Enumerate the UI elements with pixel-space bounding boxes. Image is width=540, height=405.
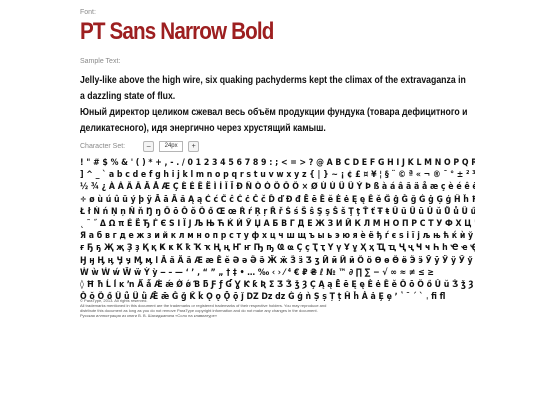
charset-row: ˛ ˜ ˝ Δ Ω π Ѐ Ё Ђ Ѓ Є Ѕ І Ї Ј Љ Њ Ћ Ќ Ѝ … bbox=[80, 219, 475, 230]
character-set-label: Character Set: bbox=[80, 142, 126, 150]
illustration-credit-line: Русская иллюстрация из книги В. В. Шахид… bbox=[80, 313, 218, 319]
font-name-title: PT Sans Narrow Bold bbox=[80, 18, 274, 45]
charset-row: Я а б в г д е ж з и й к л м н о п р с т … bbox=[80, 231, 475, 242]
font-preview-page: Font: PT Sans Narrow Bold Sample Text: J… bbox=[80, 8, 475, 318]
character-set-toolbar: Character Set: – 24px + bbox=[80, 140, 475, 152]
character-set-grid: ! " # $ % & ' ( ) * + , - . / 0 1 2 3 4 … bbox=[80, 157, 475, 303]
charset-row: ◊ Ħ ħ Ĺ ĺ ĸ ŉ Ǻ ǻ Ǽ ǽ Ǿ ǿ Ɓ ƃ Ƒ ƒ Ɠ Ɣ Ƙ … bbox=[80, 280, 475, 291]
charset-row: ] ^ _ ` a b c d e f g h i j k l m n o p … bbox=[80, 170, 475, 181]
sample-text-cyrillic: Юный директор целиком сжевал весь объём … bbox=[80, 107, 468, 134]
sample-text-label: Sample Text: bbox=[80, 58, 121, 65]
charset-row: ÷ ø ù ú û ü ý þ ÿ Ā ā Ă ă Ą ą Ć ć Ĉ ĉ Ċ … bbox=[80, 194, 475, 205]
charset-row: ! " # $ % & ' ( ) * + , - . / 0 1 2 3 4 … bbox=[80, 158, 475, 168]
charset-row: Ł ł Ń ń Ņ ņ Ň ň Ŋ ŋ Ō ō Ŏ ŏ Ő ő Œ œ Ŕ ŕ … bbox=[80, 206, 475, 217]
charset-row: Ŏ ŏ Ő ő Ǚ ǚ Ǜ ǜ Ǣ ǣ Ǧ ǧ Ǩ ǩ Ǫ ǫ Ǭ ǭ ǰ Ǳ … bbox=[80, 292, 446, 303]
charset-row: ғ Ҕ ҕ Җ җ Ҙ ҙ Қ қ Ҝ ҝ Ҟ ҟ Ҡ ҡ Ң ң Ҥ ҥ Ҧ … bbox=[80, 243, 475, 254]
charset-row: Ẁ ẁ Ẃ ẃ Ẅ ẅ Ỳ ỳ ‒ – — ‘ ’ ‚ “ ” „ † ‡ • … bbox=[80, 267, 434, 278]
decrease-size-button[interactable]: – bbox=[143, 140, 155, 152]
increase-size-button[interactable]: + bbox=[188, 140, 200, 152]
sample-text-block: Jelly-like above the high wire, six quak… bbox=[80, 73, 472, 137]
sample-text-latin: Jelly-like above the high wire, six quak… bbox=[80, 75, 466, 102]
charset-row: Ӈ ӈ Ӊ ӊ Ӌ ӌ Ӎ ӎ ӏ Ӑ ӑ Ӓ ӓ Ӕ ӕ Ӗ ӗ Ә ә Ӛ … bbox=[80, 255, 475, 266]
size-field[interactable]: 24px bbox=[159, 140, 184, 152]
font-label: Font: bbox=[80, 9, 96, 16]
charset-row: ½ ¾ ¿ À Á Â Ã Ä Å Æ Ç È É Ê Ë Ì Í Î Ï Ð … bbox=[80, 182, 475, 193]
